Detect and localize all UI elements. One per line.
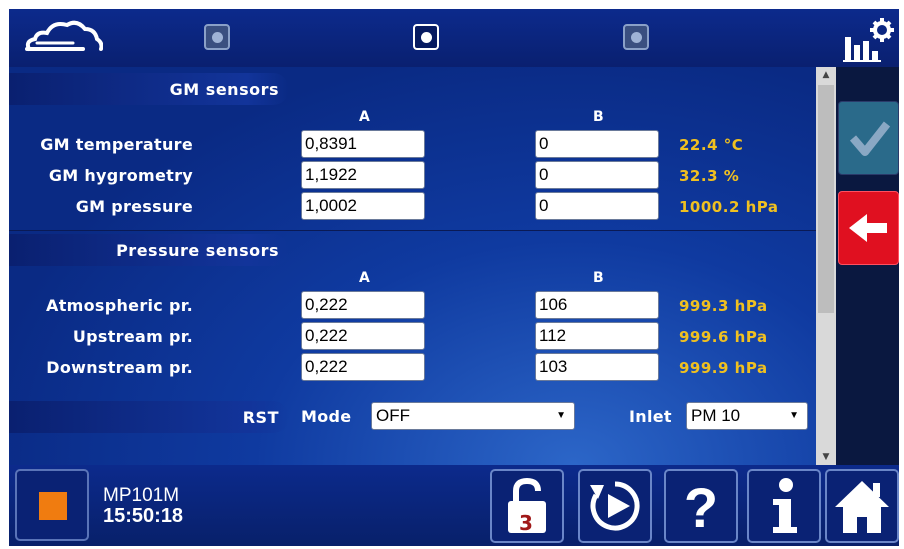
cloud-icon	[25, 20, 103, 51]
downstream-pr-b-field[interactable]: 103	[535, 353, 659, 381]
info-icon	[773, 478, 797, 533]
play-button[interactable]	[578, 469, 652, 543]
atmospheric-pr-label: Atmospheric pr.	[46, 296, 193, 315]
device-status: MP101M 15:50:18	[103, 485, 183, 527]
upstream-pr-label: Upstream pr.	[72, 327, 193, 346]
gm-col-b-header: B	[593, 109, 604, 125]
vertical-scrollbar[interactable]: ▲ ▼	[816, 67, 836, 465]
back-button[interactable]	[838, 191, 899, 265]
home-icon	[835, 481, 889, 533]
scroll-down-icon[interactable]: ▼	[816, 449, 836, 465]
pressure-col-b-header: B	[593, 270, 604, 286]
inlet-label: Inlet	[629, 407, 672, 426]
atmospheric-pr-b-field[interactable]: 106	[535, 291, 659, 319]
gm-hygrometry-a-field[interactable]: 1,1922	[301, 161, 425, 189]
atmospheric-pr-a-field[interactable]: 0,222	[301, 291, 425, 319]
page-radio-1[interactable]	[204, 24, 230, 50]
scroll-thumb[interactable]	[818, 85, 834, 313]
atmospheric-pr-reading: 999.3 hPa	[679, 297, 768, 315]
inlet-select[interactable]: PM 10 ▼	[686, 402, 808, 430]
stats-gear-icon[interactable]	[841, 17, 895, 63]
clock-time: 15:50:18	[103, 505, 184, 527]
mode-select-value: OFF	[376, 406, 410, 425]
mode-select[interactable]: OFF ▼	[371, 402, 575, 430]
gm-section-title: GM sensors	[169, 80, 279, 99]
rst-label: RST	[242, 408, 279, 427]
gm-temperature-label: GM temperature	[40, 135, 193, 154]
downstream-pr-a-field[interactable]: 0,222	[301, 353, 425, 381]
upstream-pr-b-field[interactable]: 112	[535, 322, 659, 350]
gm-pressure-label: GM pressure	[75, 197, 193, 216]
gm-temperature-b-field[interactable]: 0	[535, 130, 659, 158]
info-button[interactable]	[747, 469, 821, 543]
side-panel	[836, 67, 899, 465]
gm-hygrometry-reading: 32.3 %	[679, 167, 740, 185]
validate-button[interactable]	[838, 101, 899, 175]
gm-pressure-reading: 1000.2 hPa	[679, 198, 779, 216]
upstream-pr-a-field[interactable]: 0,222	[301, 322, 425, 350]
checkmark-icon	[849, 121, 891, 156]
section-divider	[9, 230, 816, 231]
pressure-section-title: Pressure sensors	[116, 241, 279, 260]
downstream-pr-reading: 999.9 hPa	[679, 359, 768, 377]
device-screen: GM sensors A B GM temperature 0,8391 0 2…	[9, 9, 899, 546]
bottom-bar: MP101M 15:50:18 3 ?	[9, 465, 899, 546]
upstream-pr-reading: 999.6 hPa	[679, 328, 768, 346]
help-button[interactable]: ?	[664, 469, 738, 543]
gm-hygrometry-label: GM hygrometry	[48, 166, 193, 185]
page-radio-2[interactable]	[413, 24, 439, 50]
chevron-down-icon: ▼	[556, 410, 566, 421]
device-name: MP101M	[103, 485, 180, 506]
gm-hygrometry-b-field[interactable]: 0	[535, 161, 659, 189]
lock-level: 3	[519, 511, 533, 535]
gm-col-a-header: A	[359, 109, 370, 125]
gm-temperature-a-field[interactable]: 0,8391	[301, 130, 425, 158]
stop-icon	[39, 492, 67, 520]
rst-section-header: RST	[9, 401, 289, 433]
mode-label: Mode	[301, 407, 352, 426]
gm-temperature-reading: 22.4 °C	[679, 136, 744, 154]
pressure-col-a-header: A	[359, 270, 370, 286]
unlock-button[interactable]: 3	[490, 469, 564, 543]
play-icon	[590, 481, 640, 531]
home-button[interactable]	[825, 469, 899, 543]
help-icon: ?	[684, 476, 718, 539]
stop-button[interactable]	[15, 469, 89, 541]
gm-pressure-a-field[interactable]: 1,0002	[301, 192, 425, 220]
chevron-down-icon: ▼	[789, 410, 799, 421]
inlet-select-value: PM 10	[691, 406, 741, 425]
main-panel: GM sensors A B GM temperature 0,8391 0 2…	[9, 67, 816, 465]
gm-section-header: GM sensors	[9, 73, 289, 105]
page-radio-3[interactable]	[623, 24, 649, 50]
pressure-section-header: Pressure sensors	[9, 234, 289, 266]
top-bar	[9, 9, 899, 67]
arrow-left-icon	[849, 214, 887, 242]
svg-text:?: ?	[684, 476, 718, 539]
downstream-pr-label: Downstream pr.	[46, 358, 193, 377]
scroll-up-icon[interactable]: ▲	[816, 67, 836, 83]
gm-pressure-b-field[interactable]: 0	[535, 192, 659, 220]
